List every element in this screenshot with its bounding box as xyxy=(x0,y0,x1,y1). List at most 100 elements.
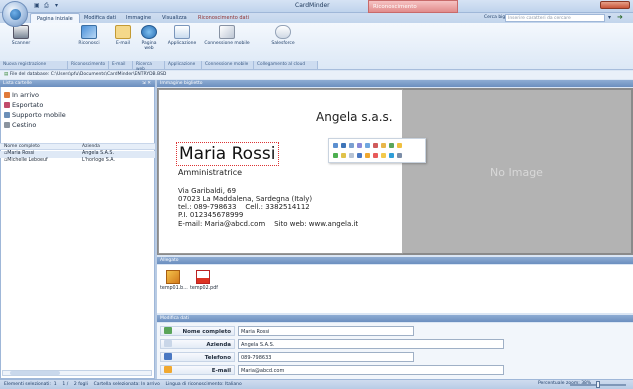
email-button[interactable]: E-mail xyxy=(110,25,136,46)
folder-trash[interactable]: Cestino xyxy=(4,121,36,129)
tab-recognition-data[interactable]: Riconoscimento dati xyxy=(192,13,255,23)
zoom-slider-thumb[interactable] xyxy=(596,381,600,388)
print-icon[interactable]: ⎙ xyxy=(44,2,49,10)
card-company: Angela s.a.s. xyxy=(316,110,393,124)
group-new-registration: Nuova registrazione xyxy=(0,61,68,69)
save-icon[interactable]: ▣ xyxy=(34,2,40,9)
address-field-icon[interactable] xyxy=(389,143,394,148)
table-row[interactable]: ▫Maria Rossi Angela S.A.S. xyxy=(0,151,155,158)
title-field-icon[interactable] xyxy=(357,143,362,148)
fax-field-icon[interactable] xyxy=(349,153,354,158)
phone-icon xyxy=(164,353,172,360)
image-file-icon xyxy=(166,270,180,284)
group-email: E-mail xyxy=(109,61,133,69)
tab-view[interactable]: Visualizza xyxy=(156,13,193,23)
salesforce-button[interactable]: Salesforce xyxy=(260,25,306,46)
application-label: Applicazione xyxy=(167,41,197,46)
row-name: ▫Maria Rossi xyxy=(4,151,35,156)
column-full-name[interactable]: Nome completo xyxy=(4,144,40,149)
folder-inbox-label: In arrivo xyxy=(12,91,39,99)
trash-icon xyxy=(4,122,10,128)
app-logo-icon xyxy=(10,9,21,20)
quick-access-dropdown-icon[interactable]: ▾ xyxy=(55,2,58,9)
row-name: ▫Michelle Leboeuf xyxy=(4,158,48,163)
folder-exported[interactable]: Esportato xyxy=(4,101,43,109)
card-vat: P.I. 012345678999 xyxy=(178,211,244,219)
url-field-icon[interactable] xyxy=(373,153,378,158)
app-menu-button[interactable] xyxy=(2,1,28,27)
back-side-placeholder: No Image xyxy=(402,90,631,253)
cloud-icon xyxy=(275,25,291,39)
building-icon xyxy=(164,340,172,347)
row-company: L'horloge S.A. xyxy=(82,158,116,163)
salesforce-label: Salesforce xyxy=(271,41,295,46)
recognize-label: Riconosci xyxy=(78,41,100,46)
web-page-button[interactable]: Pagina web xyxy=(138,25,160,51)
pin-close-icon[interactable]: ⇲ ✕ xyxy=(142,81,151,86)
database-path: ▤ File del database: C:\Users\pfu\Docume… xyxy=(0,71,633,79)
search-go-icon[interactable]: ➜ xyxy=(617,13,623,21)
envelope-icon xyxy=(115,25,131,39)
window-title: CardMinder xyxy=(295,2,330,9)
edit-data-header: Modifica dati xyxy=(157,315,633,322)
department-field-icon[interactable] xyxy=(349,143,354,148)
email-field-icon[interactable] xyxy=(365,153,370,158)
group-web-search: Ricerca web xyxy=(133,61,165,72)
tab-image[interactable]: Immagine xyxy=(120,13,157,23)
mobile-connection-button[interactable]: Connessione mobile xyxy=(204,25,250,46)
phone-input[interactable]: 089-798633 xyxy=(238,352,414,362)
scrollbar-thumb[interactable] xyxy=(10,371,60,375)
company-input[interactable]: Angela S.A.S. xyxy=(238,339,504,349)
pdf-file-icon xyxy=(196,270,210,284)
attachment-header: Allegato xyxy=(157,257,633,264)
folder-inbox[interactable]: In arrivo xyxy=(4,91,39,99)
search-input[interactable]: Inserire caratteri da cercare xyxy=(505,14,605,22)
card-name-field[interactable]: Maria Rossi xyxy=(176,142,279,166)
status-text: Elementi selezionati: 1 1 / 2 fogli Cart… xyxy=(4,382,242,387)
attachment-area xyxy=(157,265,633,313)
attachment-item[interactable]: temp02.pdf xyxy=(190,270,218,291)
web-field-icon[interactable] xyxy=(389,153,394,158)
table-row[interactable]: ▫Michelle Leboeuf L'horloge S.A. xyxy=(0,158,155,165)
scanner-button[interactable]: Scanner xyxy=(4,25,38,46)
postal-field-icon[interactable] xyxy=(341,153,346,158)
column-company[interactable]: Azienda xyxy=(82,144,100,149)
window-controls[interactable] xyxy=(600,1,630,9)
email-input[interactable]: Maria@abcd.com xyxy=(238,365,504,375)
full-name-input[interactable]: Maria Rossi xyxy=(238,326,414,336)
attachment-name: temp02.pdf xyxy=(190,286,218,291)
field-row-phone: Telefono 089-798633 xyxy=(160,351,632,363)
folder-mobile-label: Supporto mobile xyxy=(12,111,66,119)
group-cloud: Collegamento al cloud xyxy=(254,61,318,69)
note-field-icon[interactable] xyxy=(397,143,402,148)
mail-field-icon[interactable] xyxy=(381,143,386,148)
attachment-item[interactable]: temp01.b... xyxy=(160,270,188,291)
mobile-icon xyxy=(4,112,10,118)
globe-icon xyxy=(141,25,157,39)
group-mobile-connection: Connessione mobile xyxy=(202,61,254,69)
company-field-icon[interactable] xyxy=(341,143,346,148)
email-label: E-mail xyxy=(115,41,131,46)
search-field-icon[interactable] xyxy=(365,143,370,148)
memo-field-icon[interactable] xyxy=(381,153,386,158)
other-field-icon[interactable] xyxy=(397,153,402,158)
export-icon xyxy=(4,102,10,108)
card-list-header: Nome completo Azienda xyxy=(0,143,155,150)
database-path-text: File del database: C:\Users\pfu\Document… xyxy=(9,72,167,77)
card-role: Amministratrice xyxy=(178,168,243,177)
attachment-name: temp01.b... xyxy=(160,286,188,291)
pen-field-icon[interactable] xyxy=(357,153,362,158)
tab-edit-data[interactable]: Modifica dati xyxy=(78,13,122,23)
search-dropdown-icon[interactable]: ▾ xyxy=(608,14,611,21)
folder-mobile[interactable]: Supporto mobile xyxy=(4,111,66,119)
recognize-button[interactable]: Riconosci xyxy=(72,25,106,46)
mobile-field-icon[interactable] xyxy=(333,153,338,158)
email-icon xyxy=(164,366,172,373)
name-field-icon[interactable] xyxy=(333,143,338,148)
phone-field-icon[interactable] xyxy=(373,143,378,148)
folder-panel-title: Lista cartelle xyxy=(3,81,32,86)
tab-home[interactable]: Pagina iniziale xyxy=(30,13,80,23)
application-button[interactable]: Applicazione xyxy=(164,25,200,46)
mobile-link-icon xyxy=(219,25,235,39)
application-icon xyxy=(174,25,190,39)
